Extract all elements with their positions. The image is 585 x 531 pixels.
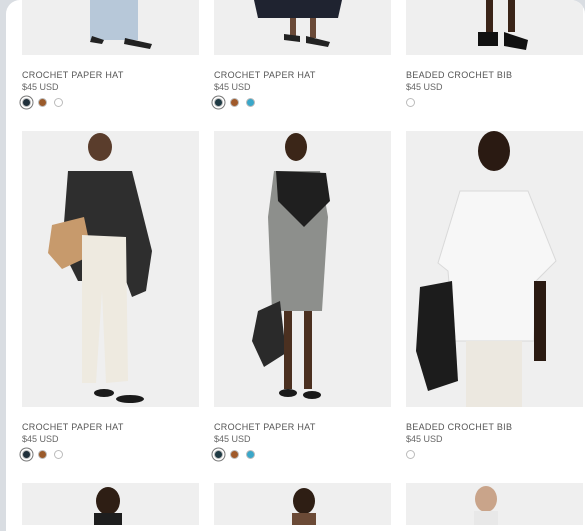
color-swatch[interactable]: [214, 97, 223, 107]
color-swatch[interactable]: [54, 97, 63, 107]
product-name[interactable]: BEADED CROCHET BIB: [406, 70, 583, 81]
color-swatches: [406, 449, 583, 459]
product-image[interactable]: [406, 0, 583, 55]
product-card[interactable]: CROCHET PAPER HAT $45 USD: [22, 0, 199, 107]
model-photo: [416, 131, 557, 407]
product-image[interactable]: [406, 131, 583, 407]
product-image[interactable]: [22, 131, 199, 407]
product-listing-page: CROCHET PAPER HAT $45 USD CROCHET PAPER …: [6, 0, 585, 531]
color-swatch[interactable]: [246, 97, 255, 107]
model-photo: [474, 486, 498, 525]
product-card[interactable]: CROCHET PAPER HAT $45 USD: [214, 0, 391, 107]
product-image[interactable]: [214, 483, 391, 525]
color-swatch[interactable]: [38, 449, 47, 459]
model-photo: [48, 133, 152, 403]
product-card[interactable]: [22, 483, 199, 525]
color-swatch[interactable]: [246, 449, 255, 459]
color-swatch[interactable]: [22, 449, 31, 459]
model-photo: [478, 0, 528, 50]
product-name[interactable]: CROCHET PAPER HAT: [22, 422, 199, 433]
color-swatches: [214, 449, 391, 459]
product-grid: CROCHET PAPER HAT $45 USD CROCHET PAPER …: [22, 0, 584, 525]
product-card[interactable]: CROCHET PAPER HAT $45 USD: [214, 131, 391, 459]
color-swatches: [214, 97, 391, 107]
product-card[interactable]: BEADED CROCHET BIB $45 USD: [406, 0, 583, 107]
product-card[interactable]: CROCHET PAPER HAT $45 USD: [22, 131, 199, 459]
color-swatch[interactable]: [22, 97, 31, 107]
color-swatch[interactable]: [406, 449, 415, 459]
product-card[interactable]: BEADED CROCHET BIB $45 USD: [406, 131, 583, 459]
color-swatches: [406, 97, 583, 107]
product-name[interactable]: BEADED CROCHET BIB: [406, 422, 583, 433]
product-price: $45 USD: [406, 434, 443, 444]
product-image[interactable]: [214, 0, 391, 55]
product-price: $45 USD: [22, 434, 59, 444]
product-image[interactable]: [22, 483, 199, 525]
model-photo: [94, 487, 122, 525]
product-price: $45 USD: [406, 82, 443, 92]
model-photo: [90, 0, 152, 49]
product-card[interactable]: [406, 483, 583, 525]
product-image[interactable]: [214, 131, 391, 407]
color-swatch[interactable]: [230, 97, 239, 107]
product-name[interactable]: CROCHET PAPER HAT: [214, 422, 391, 433]
color-swatch[interactable]: [214, 449, 223, 459]
color-swatches: [22, 449, 199, 459]
model-photo: [254, 0, 342, 47]
product-price: $45 USD: [214, 82, 251, 92]
product-price: $45 USD: [214, 434, 251, 444]
color-swatch[interactable]: [406, 97, 415, 107]
product-name[interactable]: CROCHET PAPER HAT: [214, 70, 391, 81]
color-swatch[interactable]: [38, 97, 47, 107]
model-photo: [252, 133, 330, 399]
product-image[interactable]: [406, 483, 583, 525]
product-name[interactable]: CROCHET PAPER HAT: [22, 70, 199, 81]
product-card[interactable]: [214, 483, 391, 525]
product-image[interactable]: [22, 0, 199, 55]
color-swatches: [22, 97, 199, 107]
color-swatch[interactable]: [54, 449, 63, 459]
color-swatch[interactable]: [230, 449, 239, 459]
product-price: $45 USD: [22, 82, 59, 92]
model-photo: [292, 488, 316, 525]
